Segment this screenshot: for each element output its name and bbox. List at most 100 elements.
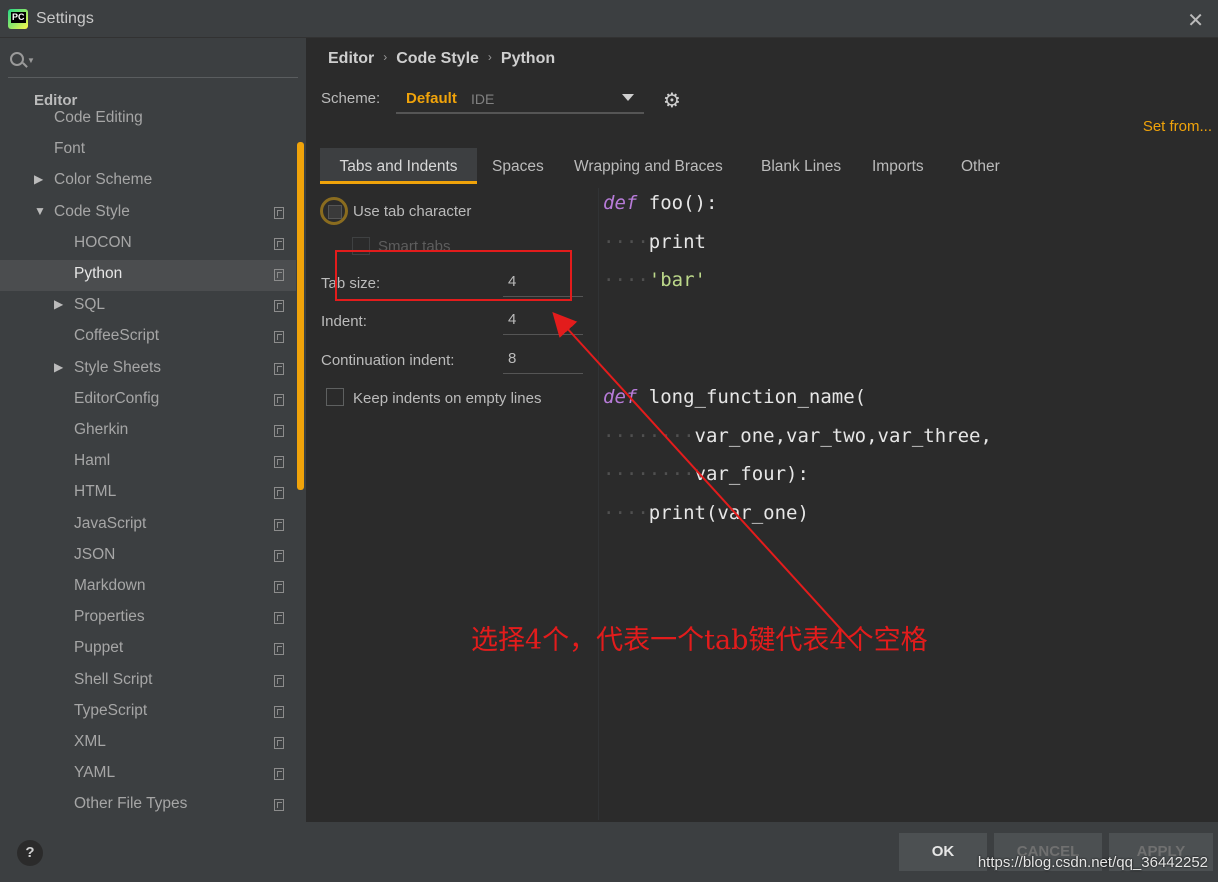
tab-tabs-and-indents[interactable]: Tabs and Indents [320, 148, 477, 184]
sidebar-item-code-style[interactable]: ▼ Code Style [0, 198, 296, 229]
breadcrumb-item: Python [500, 50, 556, 67]
sidebar-item-label: Font [54, 140, 86, 158]
sidebar-item-puppet[interactable]: Puppet [0, 634, 296, 665]
tab-other[interactable]: Other [961, 148, 1000, 184]
chevron-down-icon [622, 94, 634, 101]
sidebar-item-json[interactable]: JSON [0, 541, 296, 572]
sidebar-item-markdown[interactable]: Markdown [0, 572, 296, 603]
sidebar-item-label: EditorConfig [74, 389, 160, 407]
set-from-link[interactable]: Set from... [1143, 118, 1212, 135]
project-scheme-copy-icon [274, 518, 284, 531]
collapsed-arrow-icon[interactable]: ▶ [34, 172, 43, 186]
sidebar-item-label: HOCON [74, 233, 132, 251]
breadcrumb-separator-icon: › [383, 50, 388, 64]
project-scheme-copy-icon [274, 643, 284, 656]
use-tab-character-label: Use tab character [353, 203, 472, 220]
project-scheme-copy-icon [274, 737, 284, 749]
close-icon[interactable]: ✕ [1187, 8, 1204, 33]
watermark: https://blog.csdn.net/qq_36442252 [977, 854, 1208, 871]
sidebar-item-style-sheets[interactable]: ▶ Style Sheets [0, 354, 296, 385]
search-options-chevron-icon[interactable]: ▼ [27, 56, 35, 65]
window-title: Settings [36, 10, 94, 27]
keep-indents-label: Keep indents on empty lines [353, 390, 542, 407]
sidebar-item-color-scheme[interactable]: ▶ Color Scheme [0, 166, 296, 197]
sidebar-item-label: Style Sheets [74, 358, 162, 376]
indent-input[interactable]: 4 [503, 307, 583, 335]
scheme-name: Default [406, 90, 457, 107]
sidebar-item-xml[interactable]: XML [0, 728, 296, 759]
sidebar-item-coffeescript[interactable]: CoffeeScript [0, 322, 296, 353]
sidebar-item-label: Code Style [54, 202, 130, 220]
sidebar-item-javascript[interactable]: JavaScript [0, 510, 296, 541]
project-scheme-copy-icon [274, 425, 284, 437]
settings-search[interactable]: ▼ [8, 48, 298, 78]
project-scheme-copy-icon [274, 581, 284, 593]
code-line: ····print(var_one) [603, 502, 809, 524]
use-tab-character-checkbox[interactable] [320, 197, 348, 225]
sidebar-item-label: XML [74, 733, 106, 750]
breadcrumb-item: Editor [328, 50, 375, 67]
ok-button[interactable]: OK [899, 833, 987, 871]
keep-indents-checkbox[interactable] [326, 388, 344, 406]
sidebar-item-label: Gherkin [74, 421, 129, 438]
continuation-indent-input[interactable]: 8 [503, 346, 583, 374]
sidebar-item-gherkin[interactable]: Gherkin [0, 416, 296, 447]
help-button[interactable]: ? [17, 840, 43, 866]
sidebar-item-haml[interactable]: Haml [0, 447, 296, 478]
sidebar-item-label: Other File Types [74, 795, 188, 813]
tab-spaces[interactable]: Spaces [492, 148, 544, 184]
project-scheme-copy-icon [274, 237, 284, 250]
sidebar-item-label: JSON [74, 545, 116, 563]
code-line: ········var_four): [603, 463, 809, 485]
sidebar-item-label: SQL [74, 296, 106, 314]
code-preview: def foo(): ····print ····'bar' def long_… [603, 188, 1218, 820]
sidebar-item-label: TypeScript [74, 701, 148, 719]
sidebar-item-other-file-types[interactable]: Other File Types [0, 790, 296, 821]
breadcrumb-item: Code Style [396, 50, 479, 67]
project-scheme-copy-icon [274, 456, 284, 469]
sidebar-item-properties[interactable]: Properties [0, 603, 296, 634]
indent-label: Indent: [321, 313, 367, 330]
sidebar-scrollbar[interactable] [297, 142, 304, 490]
tab-blank-lines[interactable]: Blank Lines [761, 148, 841, 184]
code-line: ········var_one,var_two,var_three, [603, 425, 992, 447]
sidebar-item-label: JavaScript [74, 514, 147, 532]
search-input[interactable] [40, 50, 290, 74]
sidebar-item-yaml[interactable]: YAML [0, 759, 296, 790]
sidebar-item-label: HTML [74, 483, 117, 501]
project-scheme-copy-icon [274, 487, 284, 500]
breadcrumb: Editor › Code Style › Python [328, 50, 555, 68]
project-scheme-copy-icon [274, 331, 284, 344]
sidebar-item-code-editing[interactable]: Code Editing [0, 104, 296, 135]
continuation-indent-label: Continuation indent: [321, 352, 455, 369]
sidebar-item-python[interactable]: Python [0, 260, 296, 291]
sidebar-item-html[interactable]: HTML [0, 478, 296, 509]
tab-imports[interactable]: Imports [872, 148, 924, 184]
sidebar-item-label: Markdown [74, 577, 146, 594]
collapsed-arrow-icon[interactable]: ▶ [54, 297, 63, 311]
sidebar-item-editorconfig[interactable]: EditorConfig [0, 385, 296, 416]
sidebar-item-font[interactable]: Font [0, 135, 296, 166]
sidebar-item-hocon[interactable]: HOCON [0, 229, 296, 260]
project-scheme-copy-icon [274, 674, 284, 687]
sidebar-item-label: Haml [74, 452, 111, 470]
preview-divider [598, 188, 599, 820]
sidebar-item-sql[interactable]: ▶ SQL [0, 291, 296, 322]
pycharm-app-icon [8, 9, 28, 29]
sidebar-item-typescript[interactable]: TypeScript [0, 697, 296, 728]
expanded-arrow-icon[interactable]: ▼ [34, 204, 46, 218]
project-scheme-copy-icon [274, 705, 284, 718]
tab-wrapping-and-braces[interactable]: Wrapping and Braces [574, 148, 723, 184]
search-icon[interactable] [10, 52, 24, 66]
settings-sidebar: ▼ Editor Code Editing Font ▶ Color Scheme ▼ C… [0, 38, 306, 822]
sidebar-item-label: Python [74, 265, 123, 282]
project-scheme-copy-icon [274, 768, 284, 781]
sidebar-item-shell-script[interactable]: Shell Script [0, 666, 296, 697]
code-line: ····print [603, 231, 706, 253]
gear-icon[interactable]: ⚙ [663, 88, 681, 113]
code-line: def foo(): [603, 192, 718, 214]
scheme-dropdown[interactable]: Default IDE [396, 84, 644, 114]
collapsed-arrow-icon[interactable]: ▶ [54, 360, 63, 374]
scheme-label: Scheme: [321, 90, 381, 107]
project-scheme-copy-icon [274, 393, 284, 406]
